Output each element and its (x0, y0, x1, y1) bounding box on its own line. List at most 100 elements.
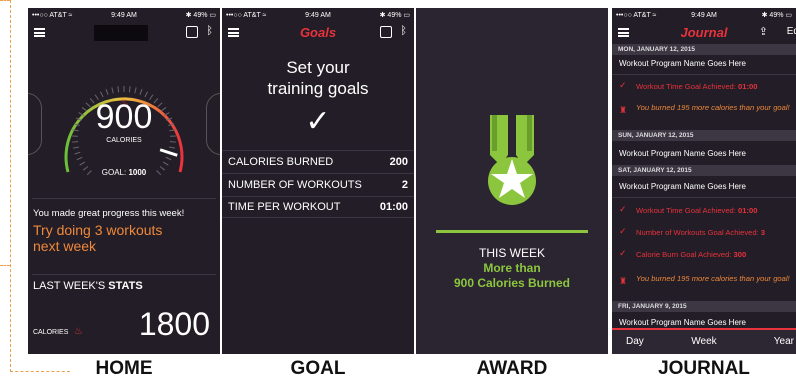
medal-icon (488, 115, 536, 205)
journal-navbar: Journal ⇪ Edit (612, 22, 796, 44)
suggestion-text: Try doing 3 workouts next week (33, 222, 163, 254)
gauge-tick (74, 151, 81, 155)
battery-text: ✱ 49% ▭ (379, 12, 410, 19)
stats-prefix: LAST WEEK'S (33, 280, 109, 292)
achievement-text: Workout Time Goal Achieved: 01:00 (636, 82, 794, 91)
gauge-tick (111, 87, 114, 94)
goal-screen: •••○○ AT&T ≈ 9:49 AM ✱ 49% ▭ Goals ᛒ Set… (222, 8, 414, 354)
edit-button[interactable]: Edit (787, 26, 796, 37)
bonus-text: You burned 195 more calories than your g… (636, 103, 790, 112)
headline-1: Set your (286, 58, 350, 77)
date-header: MON, JANUARY 12, 2015 (612, 44, 796, 55)
goal-navbar: Goals ᛒ (222, 22, 414, 44)
dashed-connector-top (0, 0, 10, 1)
goal-label: GOAL: (101, 168, 127, 177)
program-item[interactable]: Workout Program Name Goes Here (612, 318, 796, 327)
goal-row-workouts[interactable]: NUMBER OF WORKOUTS 2 (222, 173, 414, 195)
stat-value: 1800 (138, 306, 210, 342)
program-item[interactable]: Workout Program Name Goes Here (612, 149, 796, 158)
home-screen: •••○○ AT&T ≈ 9:49 AM ✱ 49% ▭ ᛒ ♨ 900 CAL… (28, 8, 220, 354)
achievement-text: Calorie Burn Goal Achieved: 300 (636, 250, 794, 259)
date-header: FRI, JANUARY 9, 2015 (612, 301, 796, 312)
goal-value: 1000 (128, 168, 147, 177)
period-tabbar: Day Week Year (612, 328, 796, 354)
headline-2: training goals (267, 79, 369, 98)
checkmark-icon: ✓ (305, 105, 331, 138)
achievement-label: Workout Time Goal Achieved: (636, 206, 738, 215)
divider (32, 198, 216, 199)
stats-bold: STATS (108, 280, 143, 292)
caption-award: AWARD (476, 358, 548, 379)
gauge-tick (134, 87, 137, 94)
achievement-value: 01:00 (738, 206, 758, 215)
achievement-text: Workout Time Goal Achieved: 01:00 (636, 206, 794, 215)
achievement-label: Workout Time Goal Achieved: (636, 82, 738, 91)
divider (612, 197, 796, 198)
achievement-label: Number of Workouts Goal Achieved: (636, 228, 761, 237)
stats-heading: LAST WEEK'S STATS (33, 280, 143, 292)
gauge-tick (79, 161, 86, 166)
gauge-tick (76, 156, 83, 161)
date-header: SAT, JANUARY 12, 2015 (612, 165, 796, 176)
badge-icon: ♜ (619, 276, 628, 286)
program-item[interactable]: Workout Program Name Goes Here (612, 59, 796, 68)
award-screen: THIS WEEK More than 900 Calories Burned (416, 8, 608, 354)
gauge-tick (117, 86, 120, 93)
menu-icon[interactable] (34, 28, 45, 37)
calorie-value: 900 (95, 98, 153, 136)
status-bar: •••○○ AT&T ≈ 9:49 AM ✱ 49% ▭ (222, 8, 414, 22)
status-bar: •••○○ AT&T ≈ 9:49 AM ✱ 49% ▭ (28, 8, 220, 22)
gauge-tick (99, 91, 104, 98)
caption-journal: JOURNAL (658, 358, 750, 379)
badge-icon: ♜ (619, 105, 628, 115)
row-value: 200 (389, 155, 408, 168)
award-line-1: THIS WEEK (478, 246, 545, 260)
achievement-value: 3 (760, 228, 766, 237)
scan-icon[interactable] (186, 26, 198, 38)
award-underline (436, 230, 588, 233)
divider (612, 74, 796, 75)
tab-year[interactable]: Year (774, 336, 794, 347)
check-icon: ✓ (619, 226, 627, 236)
program-item[interactable]: Workout Program Name Goes Here (612, 182, 796, 191)
gauge-needle (159, 148, 178, 157)
title-placeholder (94, 25, 148, 41)
gauge-tick (169, 146, 176, 149)
check-icon: ✓ (619, 80, 627, 90)
row-value: 2 (401, 178, 408, 191)
gauge-tick (139, 89, 143, 96)
journal-screen: •••○○ AT&T ≈ 9:49 AM ✱ 49% ▭ Journal ⇪ E… (612, 8, 796, 354)
tab-week[interactable]: Week (612, 336, 796, 347)
achievement-label: Calorie Burn Goal Achieved: (636, 250, 734, 259)
row-label: TIME PER WORKOUT (228, 201, 341, 213)
row-value: 01:00 (379, 201, 408, 213)
stat-label: CALORIES (33, 329, 69, 336)
share-icon[interactable]: ⇪ (759, 25, 768, 38)
row-label: CALORIES BURNED (228, 155, 334, 168)
gauge-tick (144, 91, 149, 98)
goal-row-time[interactable]: TIME PER WORKOUT 01:00 (222, 196, 414, 218)
divider-2 (32, 274, 216, 275)
goal-row-calories[interactable]: CALORIES BURNED 200 (222, 150, 414, 172)
calorie-unit: CALORIES (106, 137, 142, 144)
achievement-value: 300 (733, 250, 747, 259)
achievement-text: Number of Workouts Goal Achieved: 3 (636, 228, 794, 237)
row-label: NUMBER OF WORKOUTS (228, 178, 362, 191)
achievement-value: 01:00 (738, 82, 758, 91)
goal-line: GOAL: 1000 (28, 168, 220, 177)
bonus-text: You burned 195 more calories than your g… (636, 274, 790, 283)
caption-home: HOME (95, 358, 153, 379)
stat-flame-icon: ♨ (74, 326, 83, 337)
home-navbar: ᛒ (28, 22, 220, 44)
date-header: SUN, JANUARY 12, 2015 (612, 130, 796, 141)
bluetooth-icon[interactable]: ᛒ (400, 25, 407, 37)
battery-text: ✱ 49% ▭ (185, 12, 216, 19)
caption-goal: GOAL (290, 358, 346, 379)
check-icon: ✓ (619, 248, 627, 258)
gauge-tick (72, 146, 79, 149)
progress-message: You made great progress this week! (33, 208, 185, 219)
scan-icon[interactable] (380, 26, 392, 38)
bluetooth-icon[interactable]: ᛒ (206, 25, 213, 37)
gauge-tick (128, 86, 131, 93)
dashed-connector-mid (0, 265, 10, 266)
